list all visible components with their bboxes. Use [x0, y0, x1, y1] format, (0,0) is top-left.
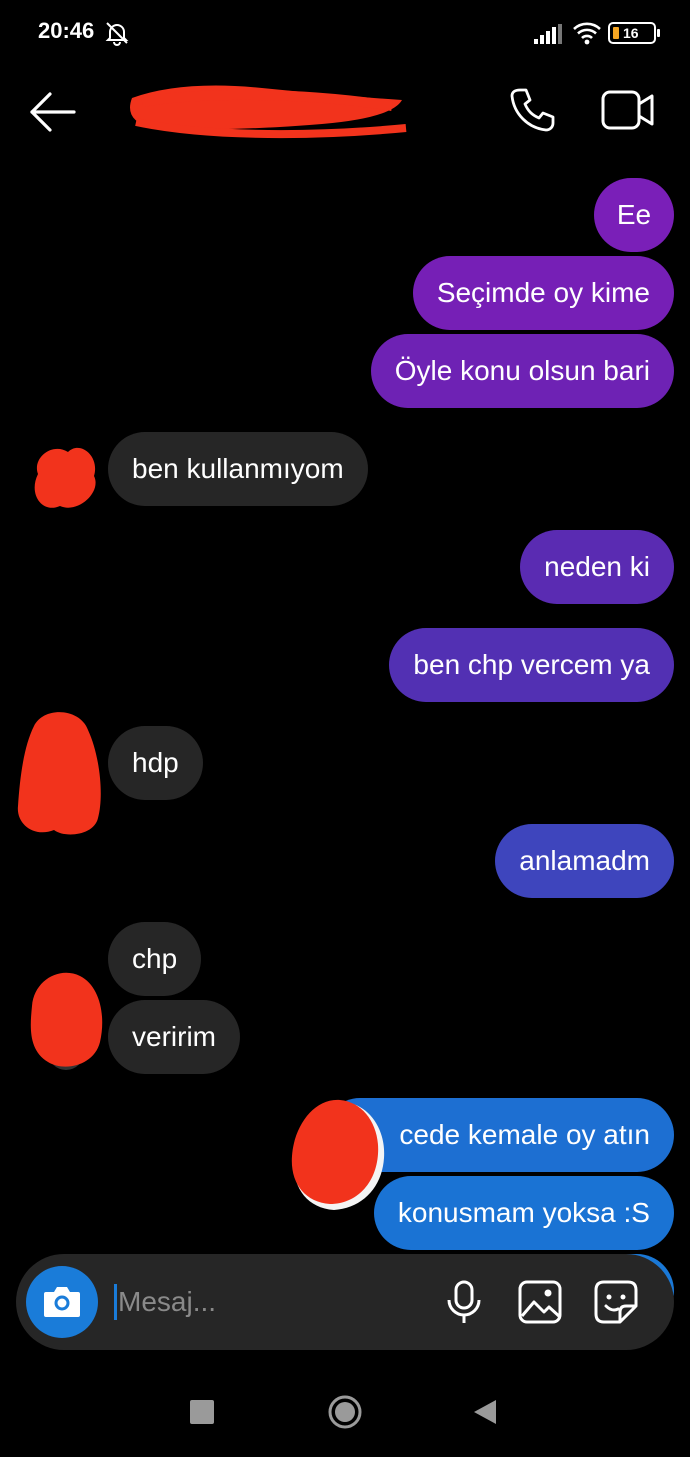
wifi-icon — [573, 22, 601, 45]
message-outgoing[interactable]: anlamadm — [495, 824, 674, 898]
message-outgoing[interactable]: Seçimde oy kime — [412, 256, 674, 330]
avatar — [34, 447, 96, 508]
status-bar: 20:46 16 — [0, 0, 690, 64]
sticker-icon[interactable] — [592, 1278, 640, 1326]
message-incoming[interactable]: ben kullanmıyom — [108, 432, 368, 506]
message-outgoing[interactable]: Öyle konu olsun bari — [370, 334, 674, 408]
message-outgoing[interactable]: ben chp vercem ya — [389, 628, 674, 702]
chat-header — [0, 64, 690, 160]
contact-name-redacted[interactable] — [122, 78, 412, 142]
home-icon[interactable] — [327, 1394, 363, 1430]
signal-icon — [534, 24, 562, 44]
video-camera-icon[interactable] — [600, 84, 656, 136]
battery-level: 16 — [623, 25, 639, 41]
message-incoming[interactable]: chp — [108, 922, 202, 996]
message-outgoing[interactable]: neden ki — [520, 530, 674, 604]
message-incoming[interactable]: hdp — [108, 726, 203, 800]
message-outgoing[interactable]: konusmam yoksa :S — [373, 1176, 674, 1250]
camera-icon — [44, 1287, 80, 1317]
avatar — [30, 972, 103, 1070]
microphone-icon[interactable] — [440, 1278, 488, 1326]
back-arrow-icon[interactable] — [26, 88, 80, 136]
camera-button[interactable] — [26, 1266, 98, 1338]
recent-apps-icon[interactable] — [190, 1400, 214, 1424]
avatar — [17, 712, 101, 835]
phone-icon[interactable] — [506, 84, 558, 136]
image-icon[interactable] — [516, 1278, 564, 1326]
message-outgoing[interactable]: Ee — [594, 178, 674, 252]
status-time: 20:46 — [38, 18, 95, 43]
back-icon[interactable] — [472, 1398, 498, 1426]
bell-off-icon — [105, 22, 129, 46]
message-composer — [16, 1254, 674, 1350]
message-incoming[interactable]: veririm — [108, 1000, 240, 1074]
message-input[interactable] — [118, 1280, 398, 1324]
redaction-overlay — [291, 1099, 385, 1210]
battery-icon: 16 — [608, 22, 660, 44]
text-cursor — [114, 1284, 117, 1320]
